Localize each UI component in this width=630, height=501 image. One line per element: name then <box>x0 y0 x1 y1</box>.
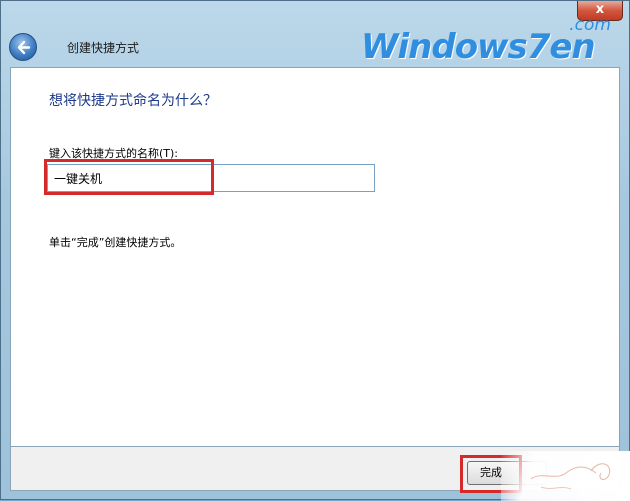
content-panel: 想将快捷方式命名为什么？ 键入该快捷方式的名称(T): 单击“完成”创建快捷方式… <box>10 67 620 447</box>
title-bar: x 创建快捷方式 Windows7en .com <box>1 1 629 67</box>
wizard-window: x 创建快捷方式 Windows7en .com 想将快捷方式命名为什么？ 键入… <box>0 0 630 501</box>
back-button[interactable] <box>9 33 37 61</box>
decorative-swirl <box>501 451 630 501</box>
back-arrow-icon <box>17 40 31 55</box>
watermark-main: Windows7en <box>361 27 596 67</box>
swirl-decoration-icon <box>530 463 611 490</box>
input-highlight-box <box>44 159 214 195</box>
watermark-suffix: .com <box>569 15 611 35</box>
wizard-title: 创建快捷方式 <box>67 41 140 55</box>
instruction-text: 单击“完成”创建快捷方式。 <box>49 236 182 249</box>
page-heading: 想将快捷方式命名为什么？ <box>49 93 217 109</box>
site-watermark-logo: Windows7en .com <box>361 15 611 69</box>
